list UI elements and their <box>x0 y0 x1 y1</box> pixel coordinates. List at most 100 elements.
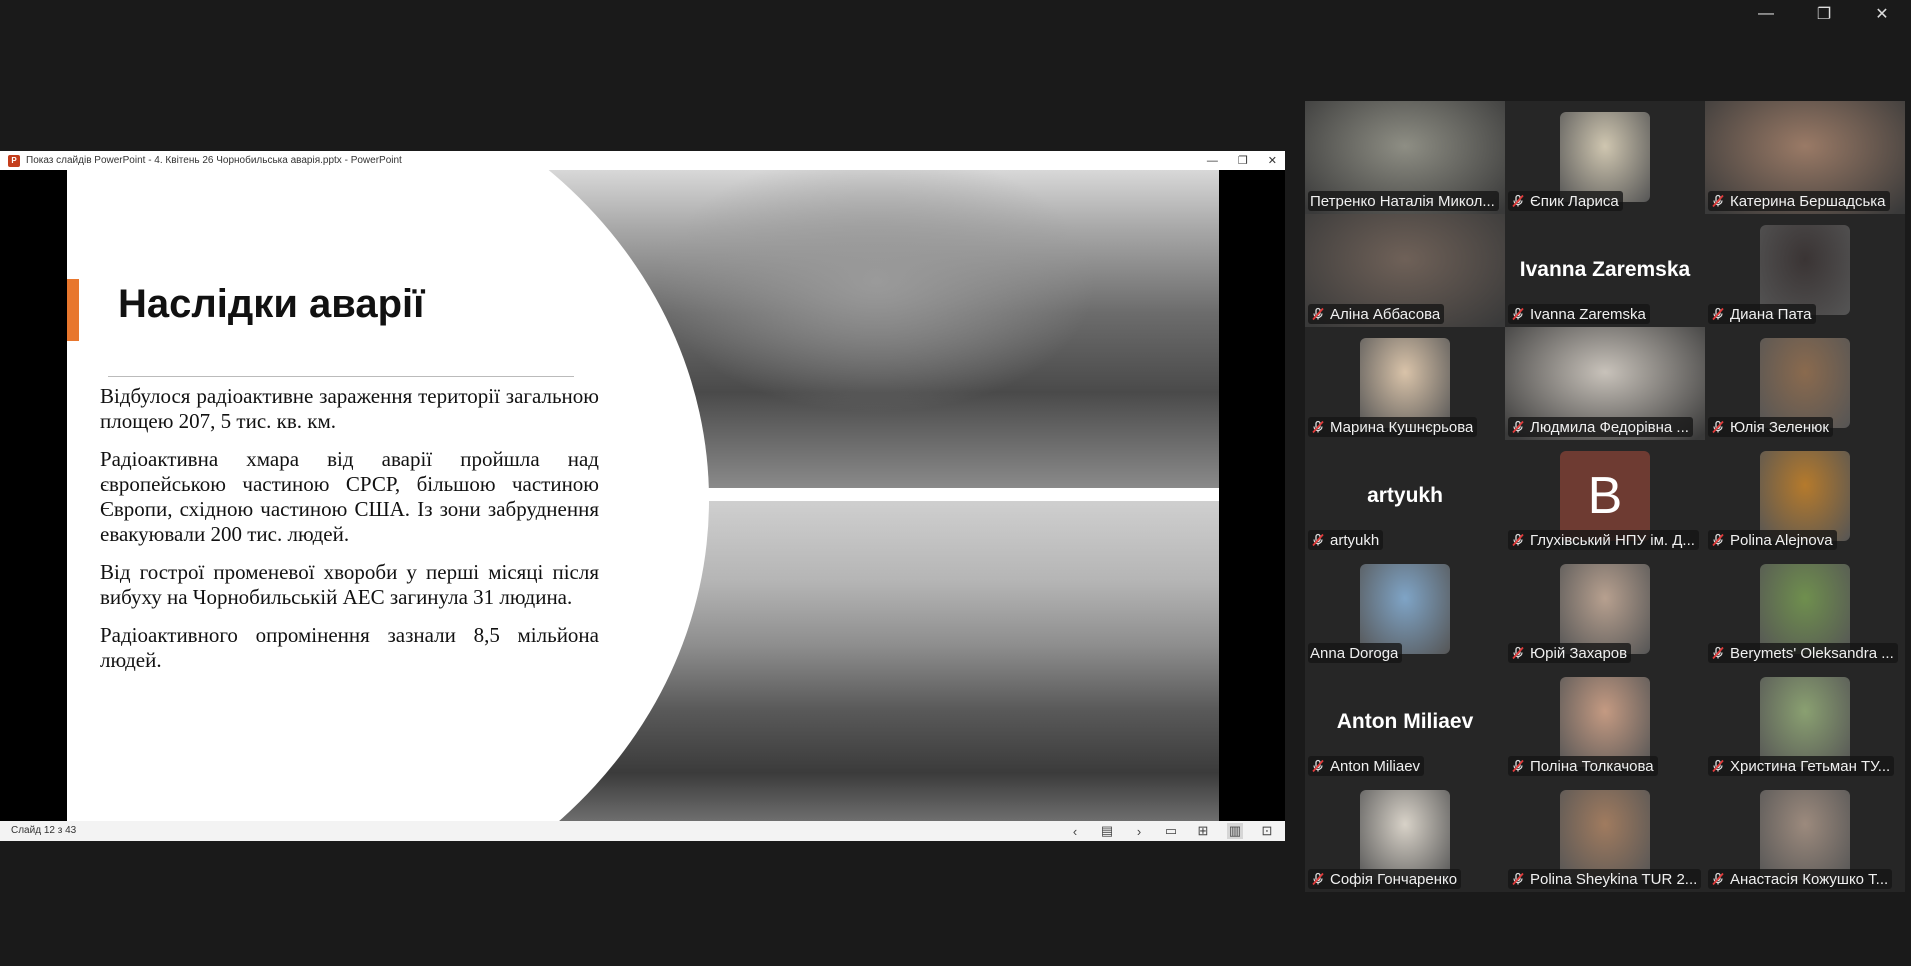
participant-tile[interactable]: artyukh artyukh <box>1305 440 1505 553</box>
mic-muted-icon <box>1710 871 1726 887</box>
participant-tile[interactable]: Людмила Федорівна ... <box>1505 327 1705 440</box>
participant-label: Anton Miliaev <box>1308 756 1425 776</box>
powerpoint-window: P Показ слайдів PowerPoint - 4. Квітень … <box>0 151 1285 841</box>
powerpoint-window-title: Показ слайдів PowerPoint - 4. Квітень 26… <box>26 155 402 166</box>
restore-button[interactable]: ❐ <box>1795 0 1853 28</box>
participant-video <box>1760 338 1850 428</box>
participant-tile[interactable]: Юлія Зеленюк <box>1705 327 1905 440</box>
mic-muted-icon <box>1710 306 1726 322</box>
mic-muted-icon <box>1310 871 1326 887</box>
participant-display-name: Ivanna Zaremska <box>1519 258 1691 281</box>
participant-video <box>1560 112 1650 202</box>
participant-label: Анастасія Кожушко Т... <box>1708 869 1893 889</box>
slide-body: Відбулося радіоактивне зараження територ… <box>100 384 599 686</box>
ppt-restore-button[interactable]: ❐ <box>1238 154 1248 167</box>
participant-video <box>1360 790 1450 880</box>
ppt-close-button[interactable]: ✕ <box>1268 154 1277 167</box>
participant-name: artyukh <box>1330 531 1380 549</box>
participant-name: Юрій Захаров <box>1530 644 1628 662</box>
participant-tile[interactable]: Polina Alejnova <box>1705 440 1905 553</box>
participant-tile[interactable]: Юрій Захаров <box>1505 553 1705 666</box>
participant-label: Polina Alejnova <box>1708 530 1837 550</box>
participant-label: Аліна Аббасова <box>1308 304 1445 324</box>
participant-name: Anton Miliaev <box>1330 757 1421 775</box>
participant-video <box>1760 451 1850 541</box>
participant-name: Поліна Толкачова <box>1530 757 1654 775</box>
mic-muted-icon <box>1310 419 1326 435</box>
participant-tile[interactable]: Єпик Лариса <box>1505 101 1705 214</box>
mic-muted-icon <box>1510 306 1526 322</box>
participant-gallery: Петренко Наталія Микол... Єпик Лариса Кате… <box>1305 101 1905 892</box>
participant-tile[interactable]: Христина Гетьман ТУ... <box>1705 666 1905 779</box>
minimize-button[interactable]: — <box>1737 0 1795 28</box>
normal-view-icon[interactable]: ▭ <box>1163 823 1179 839</box>
participant-label: Петренко Наталія Микол... <box>1308 191 1499 211</box>
participant-tile[interactable]: Поліна Толкачова <box>1505 666 1705 779</box>
participant-video <box>1560 564 1650 654</box>
participant-tile[interactable]: Аліна Аббасова <box>1305 214 1505 327</box>
participant-avatar: B <box>1560 451 1650 541</box>
participant-name: Polina Alejnova <box>1730 531 1833 549</box>
slide-paragraph: Радіоактивна хмара від аварії пройшла на… <box>100 447 599 546</box>
mic-muted-icon <box>1710 758 1726 774</box>
mic-muted-icon <box>1310 306 1326 322</box>
powerpoint-titlebar: P Показ слайдів PowerPoint - 4. Квітень … <box>0 151 1285 170</box>
participant-label: Юрій Захаров <box>1508 643 1632 663</box>
participant-tile[interactable]: B Глухівський НПУ ім. Д... <box>1505 440 1705 553</box>
participant-label: Людмила Федорівна ... <box>1508 417 1693 437</box>
participant-label: Катерина Бершадська <box>1708 191 1890 211</box>
slide-paragraph: Відбулося радіоактивне зараження територ… <box>100 384 599 433</box>
participant-tile[interactable]: Anton Miliaev Anton Miliaev <box>1305 666 1505 779</box>
participant-name: Христина Гетьман ТУ... <box>1730 757 1891 775</box>
participant-label: Софія Гончаренко <box>1308 869 1462 889</box>
mic-muted-icon <box>1510 645 1526 661</box>
participant-label: Polina Sheykina TUR 2... <box>1508 869 1702 889</box>
mic-muted-icon <box>1510 532 1526 548</box>
participant-label: artyukh <box>1308 530 1384 550</box>
participant-label: Поліна Толкачова <box>1508 756 1658 776</box>
next-slide-button[interactable]: › <box>1131 824 1147 839</box>
participant-label: Марина Кушнєрьова <box>1308 417 1478 437</box>
participant-video <box>1560 790 1650 880</box>
participant-tile[interactable]: Софія Гончаренко <box>1305 779 1505 892</box>
mic-muted-icon <box>1710 532 1726 548</box>
participant-name: Людмила Федорівна ... <box>1530 418 1689 436</box>
slide-counter: Слайд 12 з 43 <box>11 825 77 836</box>
participant-tile[interactable]: Ivanna Zaremska Ivanna Zaremska <box>1505 214 1705 327</box>
participant-display-name: Anton Miliaev <box>1336 710 1474 733</box>
participant-video <box>1560 677 1650 767</box>
participant-name: Аліна Аббасова <box>1330 305 1441 323</box>
participant-display-name: artyukh <box>1367 484 1443 507</box>
participant-label: Anna Doroga <box>1308 643 1403 663</box>
participant-label: Ivanna Zaremska <box>1508 304 1650 324</box>
participant-tile[interactable]: Anna Doroga <box>1305 553 1505 666</box>
participant-tile[interactable]: Марина Кушнєрьова <box>1305 327 1505 440</box>
title-divider <box>108 376 574 377</box>
previous-slide-button[interactable]: ‹ <box>1067 824 1083 839</box>
participant-name: Глухівський НПУ ім. Д... <box>1530 531 1695 549</box>
participant-tile[interactable]: Петренко Наталія Микол... <box>1305 101 1505 214</box>
participant-video <box>1760 564 1850 654</box>
close-button[interactable]: ✕ <box>1853 0 1911 28</box>
slide-paragraph: Радіоактивного опромінення зазнали 8,5 м… <box>100 623 599 672</box>
participant-tile[interactable]: Berymets' Oleksandra ... <box>1705 553 1905 666</box>
participant-name: Петренко Наталія Микол... <box>1310 192 1495 210</box>
participant-tile[interactable]: Катерина Бершадська <box>1705 101 1905 214</box>
mic-muted-icon <box>1310 532 1326 548</box>
participant-tile[interactable]: Диана Пата <box>1705 214 1905 327</box>
participant-tile[interactable]: Анастасія Кожушко Т... <box>1705 779 1905 892</box>
participant-video <box>1760 790 1850 880</box>
slide-menu-icon[interactable]: ▤ <box>1099 823 1115 839</box>
slide-area: Наслідки аварії Відбулося радіоактивне з… <box>0 170 1285 821</box>
participant-tile[interactable]: Polina Sheykina TUR 2... <box>1505 779 1705 892</box>
participant-name: Катерина Бершадська <box>1730 192 1886 210</box>
slide-sorter-icon[interactable]: ⊞ <box>1195 823 1211 839</box>
ppt-minimize-button[interactable]: — <box>1207 155 1218 167</box>
slide[interactable]: Наслідки аварії Відбулося радіоактивне з… <box>67 170 1219 821</box>
participant-video <box>1360 564 1450 654</box>
reading-view-icon[interactable]: ▥ <box>1227 823 1243 839</box>
slide-paragraph: Від гострої променевої хвороби у перші м… <box>100 560 599 609</box>
slideshow-icon[interactable]: ⊡ <box>1259 823 1275 839</box>
participant-name: Єпик Лариса <box>1530 192 1619 210</box>
slide-title: Наслідки аварії <box>118 282 425 326</box>
